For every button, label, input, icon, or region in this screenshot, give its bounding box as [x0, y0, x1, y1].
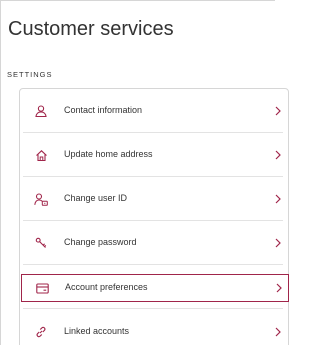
row-divider [23, 308, 283, 309]
settings-item-label: Linked accounts [64, 326, 130, 336]
settings-item-label: Update home address [64, 149, 153, 159]
chevron-right-icon [273, 104, 283, 118]
row-divider [23, 264, 283, 265]
chevron-right-icon [273, 148, 283, 162]
settings-item-update-home-address[interactable]: Update home address [19, 141, 289, 169]
chevron-right-icon [274, 281, 284, 295]
user-id-icon [34, 192, 48, 206]
settings-item-contact-information[interactable]: Contact information [19, 97, 289, 125]
settings-card [19, 88, 289, 345]
link-icon [34, 325, 48, 339]
home-icon [34, 148, 48, 162]
settings-item-linked-accounts[interactable]: Linked accounts [19, 318, 289, 345]
settings-item-label: Contact information [64, 105, 143, 115]
chevron-right-icon [273, 192, 283, 206]
settings-section-label: SETTINGS [7, 70, 53, 79]
settings-item-label: Account preferences [65, 282, 148, 292]
chevron-right-icon [273, 236, 283, 250]
chevron-right-icon [273, 325, 283, 339]
page-title: Customer services [8, 18, 174, 40]
row-divider [23, 220, 283, 221]
customer-services-panel: Customer services SETTINGS Contact infor… [0, 0, 289, 345]
person-icon [34, 104, 48, 118]
settings-item-account-preferences[interactable]: Account preferences [21, 274, 289, 302]
row-divider [23, 132, 283, 133]
settings-item-label: Change password [64, 237, 137, 247]
key-icon [34, 236, 48, 250]
settings-item-label: Change user ID [64, 193, 128, 203]
settings-item-change-user-id[interactable]: Change user ID [19, 185, 289, 213]
card-icon [35, 281, 49, 295]
row-divider [23, 176, 283, 177]
settings-item-change-password[interactable]: Change password [19, 229, 289, 257]
